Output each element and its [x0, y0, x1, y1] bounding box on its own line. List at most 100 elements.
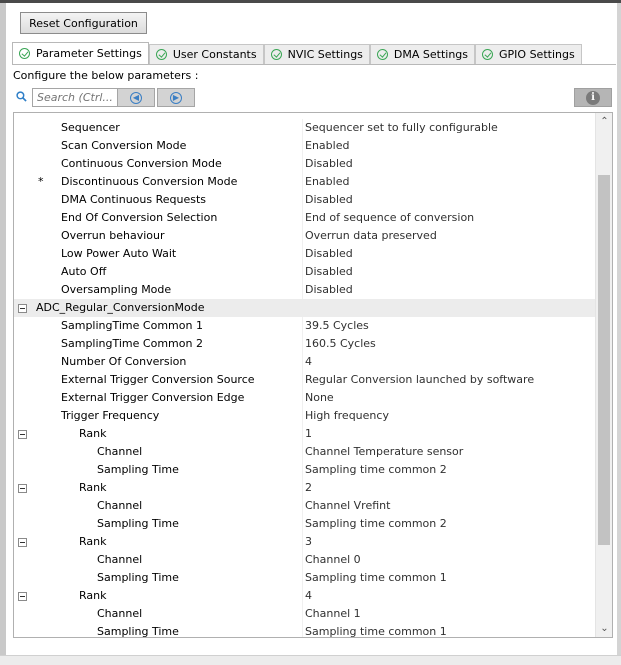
parameter-value[interactable]: End of sequence of conversion: [305, 209, 474, 227]
column-divider: [302, 155, 303, 173]
section-row[interactable]: ADC_Regular_ConversionMode: [14, 299, 596, 317]
parameter-value[interactable]: Sampling time common 2: [305, 461, 447, 479]
scroll-up-icon[interactable]: ⌃: [596, 113, 612, 130]
tab-dma-settings[interactable]: DMA Settings: [369, 44, 476, 64]
rank-row[interactable]: Rank 4: [14, 587, 596, 605]
tab-user-constants[interactable]: User Constants: [148, 44, 264, 64]
parameter-row[interactable]: * Discontinuous Conversion Mode Enabled: [14, 173, 596, 191]
parameter-value[interactable]: 160.5 Cycles: [305, 335, 376, 353]
reset-configuration-button[interactable]: Reset Configuration: [20, 12, 147, 34]
column-divider: [302, 353, 303, 371]
parameter-row[interactable]: External Trigger Conversion Edge None: [14, 389, 596, 407]
parameter-row[interactable]: Sampling Time Sampling time common 1: [14, 569, 596, 587]
search-input[interactable]: [32, 88, 128, 107]
parameter-row[interactable]: Sampling Time Sampling time common 2: [14, 515, 596, 533]
column-divider: [302, 335, 303, 353]
parameter-value[interactable]: Sampling time common 2: [305, 515, 447, 533]
column-divider: [302, 533, 303, 551]
vertical-scrollbar[interactable]: ⌃ ⌄: [595, 113, 612, 637]
tab-label: User Constants: [172, 48, 257, 61]
parameter-name: Low Power Auto Wait: [61, 247, 177, 260]
parameter-value[interactable]: Enabled: [305, 137, 349, 155]
parameter-row[interactable]: Scan Conversion Mode Enabled: [14, 137, 596, 155]
parameter-value[interactable]: Sequencer set to fully configurable: [305, 119, 498, 137]
parameter-row[interactable]: Sampling Time Sampling time common 1: [14, 623, 596, 637]
parameter-value[interactable]: 39.5 Cycles: [305, 317, 369, 335]
scroll-down-icon[interactable]: ⌄: [596, 620, 612, 637]
parameter-value[interactable]: Disabled: [305, 245, 353, 263]
tab-divider: [12, 64, 616, 65]
search-next-button[interactable]: ▶: [157, 88, 195, 107]
collapse-icon[interactable]: [18, 592, 27, 601]
parameter-row[interactable]: Continuous Conversion Mode Disabled: [14, 155, 596, 173]
parameter-name: ADC_Regular_ConversionMode: [36, 301, 205, 314]
parameter-value[interactable]: Enabled: [305, 173, 349, 191]
scroll-thumb[interactable]: [598, 175, 610, 545]
parameter-row[interactable]: SamplingTime Common 1 39.5 Cycles: [14, 317, 596, 335]
parameter-name: Sequencer: [61, 121, 120, 134]
parameter-name: Auto Off: [61, 265, 107, 278]
parameter-name: Channel: [97, 607, 143, 620]
parameter-row[interactable]: SamplingTime Common 2 160.5 Cycles: [14, 335, 596, 353]
parameter-value[interactable]: Regular Conversion launched by software: [305, 371, 534, 389]
parameter-value[interactable]: Channel Temperature sensor: [305, 443, 463, 461]
parameter-name: Rank: [79, 481, 107, 494]
parameter-name: Sampling Time: [97, 463, 179, 476]
collapse-icon[interactable]: [18, 430, 27, 439]
parameter-row[interactable]: Channel Channel 1: [14, 605, 596, 623]
tab-label: DMA Settings: [393, 48, 469, 61]
parameter-value[interactable]: Disabled: [305, 155, 353, 173]
parameter-row[interactable]: Number Of Conversion 4: [14, 353, 596, 371]
parameter-value[interactable]: Disabled: [305, 191, 353, 209]
parameter-row[interactable]: Channel Channel 0: [14, 551, 596, 569]
parameter-row[interactable]: Low Power Auto Wait Disabled: [14, 245, 596, 263]
rank-row[interactable]: Rank 3: [14, 533, 596, 551]
collapse-icon[interactable]: [18, 304, 27, 313]
parameter-row[interactable]: External Trigger Conversion Source Regula…: [14, 371, 596, 389]
parameter-row[interactable]: Oversampling Mode Disabled: [14, 281, 596, 299]
parameter-value[interactable]: 1: [305, 425, 312, 443]
parameter-name: External Trigger Conversion Source: [61, 373, 255, 386]
parameter-rows: Sequencer Sequencer set to fully configur…: [14, 113, 596, 637]
parameter-value[interactable]: Channel 1: [305, 605, 361, 623]
parameter-row[interactable]: Channel Channel Temperature sensor: [14, 443, 596, 461]
column-divider: [302, 317, 303, 335]
search-prev-button[interactable]: ◀: [117, 88, 155, 107]
parameter-value[interactable]: 2: [305, 479, 312, 497]
tab-gpio-settings[interactable]: GPIO Settings: [475, 44, 582, 64]
collapse-icon[interactable]: [18, 484, 27, 493]
parameter-value[interactable]: 4: [305, 353, 312, 371]
search-icon[interactable]: [16, 91, 27, 102]
parameter-value[interactable]: Sampling time common 1: [305, 623, 447, 637]
parameter-name: Sampling Time: [97, 517, 179, 530]
parameter-row[interactable]: End Of Conversion Selection End of sequen…: [14, 209, 596, 227]
info-button[interactable]: i: [574, 88, 612, 107]
parameter-value[interactable]: Channel 0: [305, 551, 361, 569]
parameter-row[interactable]: Sampling Time Sampling time common 2: [14, 461, 596, 479]
column-divider: [302, 407, 303, 425]
parameter-value[interactable]: Overrun data preserved: [305, 227, 437, 245]
tab-nvic-settings[interactable]: NVIC Settings: [263, 44, 370, 64]
parameter-value[interactable]: High frequency: [305, 407, 389, 425]
parameter-value[interactable]: Disabled: [305, 281, 353, 299]
tab-parameter-settings[interactable]: Parameter Settings: [12, 42, 149, 64]
parameter-value[interactable]: Disabled: [305, 263, 353, 281]
parameter-row[interactable]: Auto Off Disabled: [14, 263, 596, 281]
tab-label: Parameter Settings: [36, 47, 142, 60]
parameter-row[interactable]: Overrun behaviour Overrun data preserved: [14, 227, 596, 245]
collapse-icon[interactable]: [18, 538, 27, 547]
parameter-name: External Trigger Conversion Edge: [61, 391, 245, 404]
parameter-value[interactable]: 4: [305, 587, 312, 605]
column-divider: [302, 587, 303, 605]
parameter-value[interactable]: Channel Vrefint: [305, 497, 390, 515]
parameter-value[interactable]: None: [305, 389, 334, 407]
parameter-row[interactable]: Sequencer Sequencer set to fully configur…: [14, 119, 596, 137]
parameter-row[interactable]: DMA Continuous Requests Disabled: [14, 191, 596, 209]
parameter-row[interactable]: Trigger Frequency High frequency: [14, 407, 596, 425]
parameter-row[interactable]: Channel Channel Vrefint: [14, 497, 596, 515]
parameter-value[interactable]: 3: [305, 533, 312, 551]
rank-row[interactable]: Rank 1: [14, 425, 596, 443]
rank-row[interactable]: Rank 2: [14, 479, 596, 497]
parameter-value[interactable]: Sampling time common 1: [305, 569, 447, 587]
search-bar: ◀ ▶ i: [14, 88, 614, 108]
